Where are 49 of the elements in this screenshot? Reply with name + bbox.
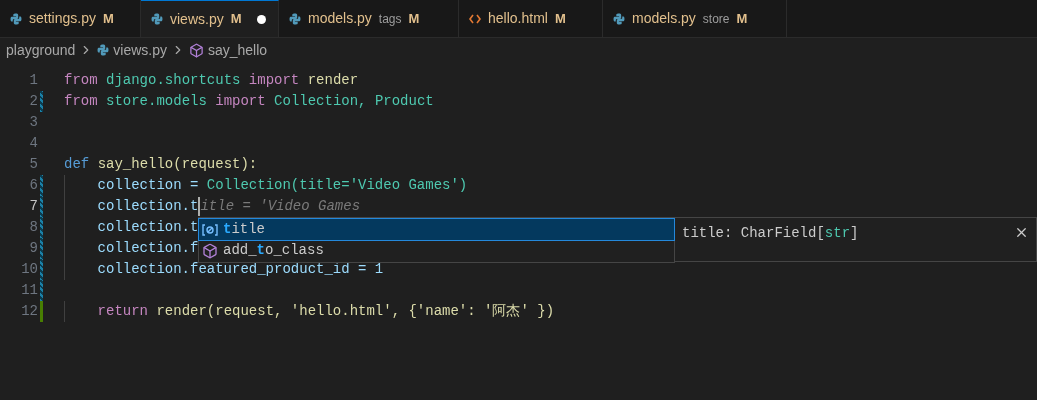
- code-token: return: [97, 302, 148, 321]
- suggestion-item[interactable]: add_to_class: [199, 240, 674, 261]
- line-number: 4: [28, 134, 38, 153]
- cube-icon: [202, 242, 218, 259]
- python-file-icon: [151, 13, 163, 25]
- cube-icon: [188, 42, 204, 58]
- code-token: django.shortcuts: [105, 71, 241, 90]
- code-token: Collection(title='Video Games'): [205, 176, 468, 195]
- line-number: 12: [20, 302, 38, 321]
- code-token: def: [64, 155, 90, 174]
- code-token: from: [64, 71, 98, 90]
- line-number: 11: [20, 281, 38, 300]
- python-file-icon: [289, 12, 301, 25]
- code-token: collection.featured_product_id = 1: [97, 260, 384, 279]
- line-number: 5: [28, 155, 38, 174]
- type-signature: title: CharField[str]: [682, 224, 859, 243]
- code-token: collection =: [97, 176, 199, 195]
- python-file-icon: [613, 12, 625, 25]
- code-token: render: [306, 71, 359, 90]
- code-token: itle = 'Video Games: [200, 197, 361, 216]
- code-token: collection.f: [97, 239, 199, 258]
- text-cursor: [198, 197, 201, 216]
- python-file-icon: [10, 12, 22, 25]
- line-number: 2: [28, 92, 38, 111]
- code-token: collection.t: [97, 218, 199, 237]
- line-number: 8: [28, 218, 38, 237]
- line-number: 7: [28, 197, 38, 216]
- breadcrumb-item[interactable]: say_hello: [207, 39, 268, 61]
- breadcrumb-item[interactable]: playground: [6, 39, 76, 61]
- code-token: collection.t: [97, 197, 199, 216]
- close-icon[interactable]: [1014, 225, 1029, 240]
- suggestion-item[interactable]: title: [199, 219, 674, 240]
- field-icon: [202, 223, 218, 236]
- code-token: say_hello(request):: [96, 155, 258, 174]
- editor-tab[interactable]: views.py M: [141, 0, 279, 37]
- code-brackets-icon: [469, 13, 481, 24]
- code-token: from: [64, 92, 98, 111]
- code-token: import: [247, 71, 300, 90]
- code-token: store.models: [105, 92, 207, 111]
- line-number: 9: [28, 239, 38, 258]
- breadcrumb-item[interactable]: views.py: [113, 39, 167, 61]
- line-number: 3: [28, 113, 38, 132]
- code-token: Collection, Product: [273, 92, 434, 111]
- line-number: 10: [20, 260, 38, 279]
- code-token: render(request, 'hello.html', {'name': '阿杰' }): [155, 302, 555, 321]
- line-number: 1: [28, 71, 38, 90]
- code-token: import: [214, 92, 266, 111]
- python-file-icon: [97, 44, 110, 56]
- line-number: 6: [28, 176, 38, 195]
